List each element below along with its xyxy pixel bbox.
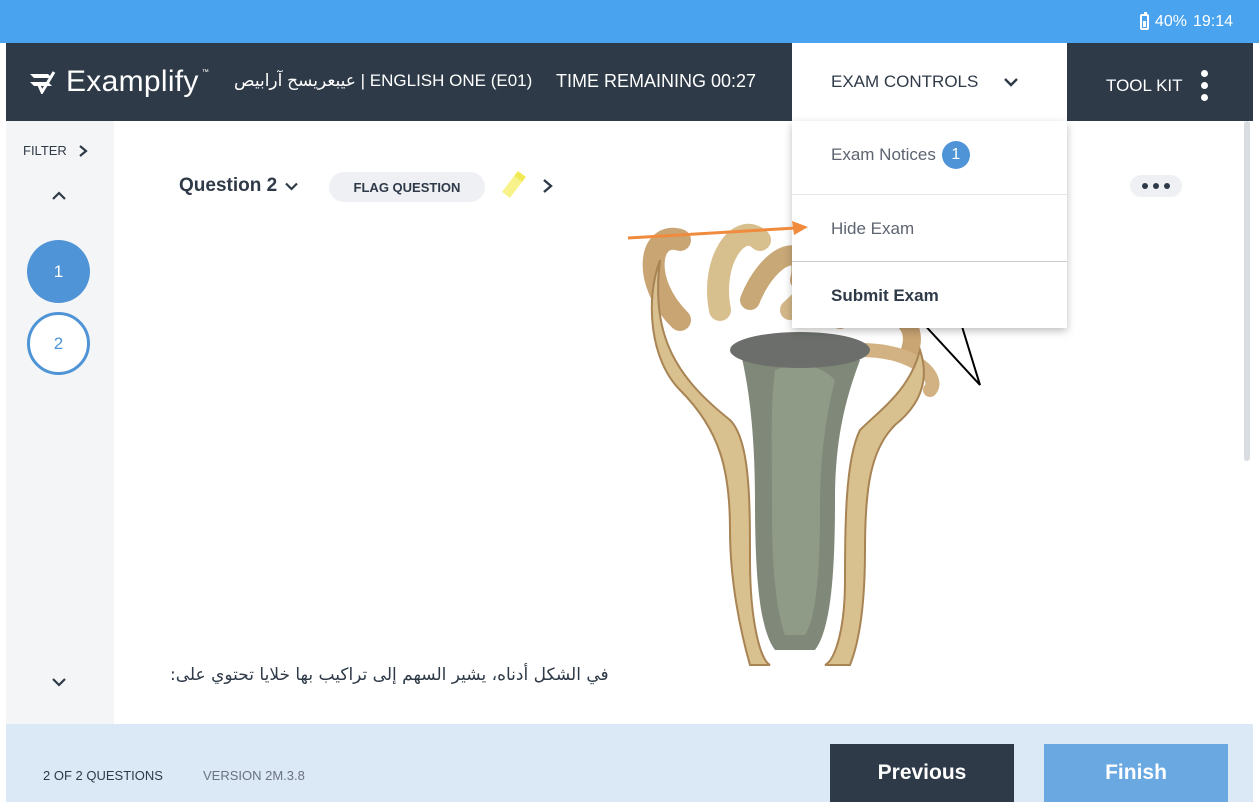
annotation-arrow-icon [627,221,808,240]
question-count: 2 OF 2 QUESTIONS [43,768,163,783]
logo-text: Examplify [66,65,199,98]
hide-exam-label: Hide Exam [831,218,915,238]
time-remaining: TIME REMAINING 00:27 [556,71,757,91]
previous-button[interactable]: Previous [830,744,1014,802]
flag-question-button[interactable]: FLAG QUESTION [329,172,485,202]
exam-controls-button[interactable]: EXAM CONTROLS [792,43,1067,121]
status-bar: 40% 19:14 [0,0,1259,43]
submit-exam-item[interactable]: Submit Exam [792,261,1067,329]
chevron-right-icon[interactable] [542,178,554,194]
logo-trademark: ™ [201,69,209,76]
chevron-right-icon [79,144,88,157]
filter-label: FILTER [23,143,67,158]
exam-controls-menu: Exam Notices 1 Hide Exam Submit Exam [792,121,1067,328]
version-label: VERSION 2M.3.8 [203,768,305,783]
exam-title: عيبعريسح آرابيص | ENGLISH ONE (E01) [234,71,533,90]
footer-bar: 2 OF 2 QUESTIONS VERSION 2M.3.8 Previous… [6,724,1253,802]
app-header: Examplify ™ عيبعريسح آرابيص | ENGLISH ON… [6,43,1253,121]
clock: 19:14 [1192,12,1233,30]
battery-level: 40% [1154,12,1187,30]
question-nav-2[interactable]: 2 [27,312,90,375]
exam-notices-label: Exam Notices [831,145,936,164]
notice-count-badge: 1 [941,141,970,169]
exam-notices-item[interactable]: Exam Notices 1 [792,121,1067,189]
kebab-menu-icon [1200,70,1208,101]
tool-kit-label: TOOL KIT [1106,75,1183,95]
examplify-logo: Examplify ™ [28,65,209,99]
more-options-button[interactable] [1130,175,1182,197]
question-text: :في الشكل أدناه، يشير السهم إلى تراكيب ب… [170,665,609,685]
scrollbar[interactable] [1244,121,1250,461]
chevron-down-icon [1004,78,1019,87]
exam-controls-label: EXAM CONTROLS [831,72,979,91]
examplify-logo-icon [30,71,56,94]
tool-kit-button[interactable]: TOOL KIT [1106,70,1208,101]
scroll-up-icon[interactable] [52,191,66,201]
question-sidebar: FILTER 1 2 [6,121,114,724]
highlighter-icon[interactable] [498,170,530,198]
submit-exam-label: Submit Exam [831,285,939,305]
chevron-down-icon [285,182,298,191]
scroll-down-icon[interactable] [52,677,66,687]
finish-button[interactable]: Finish [1044,744,1228,802]
question-selector-label: Question 2 [179,175,278,196]
hide-exam-item[interactable]: Hide Exam [792,194,1067,262]
battery-icon [1139,11,1149,30]
question-selector[interactable]: Question 2 [179,175,298,197]
question-nav-1[interactable]: 1 [27,240,90,303]
filter-button[interactable]: FILTER [23,143,89,158]
